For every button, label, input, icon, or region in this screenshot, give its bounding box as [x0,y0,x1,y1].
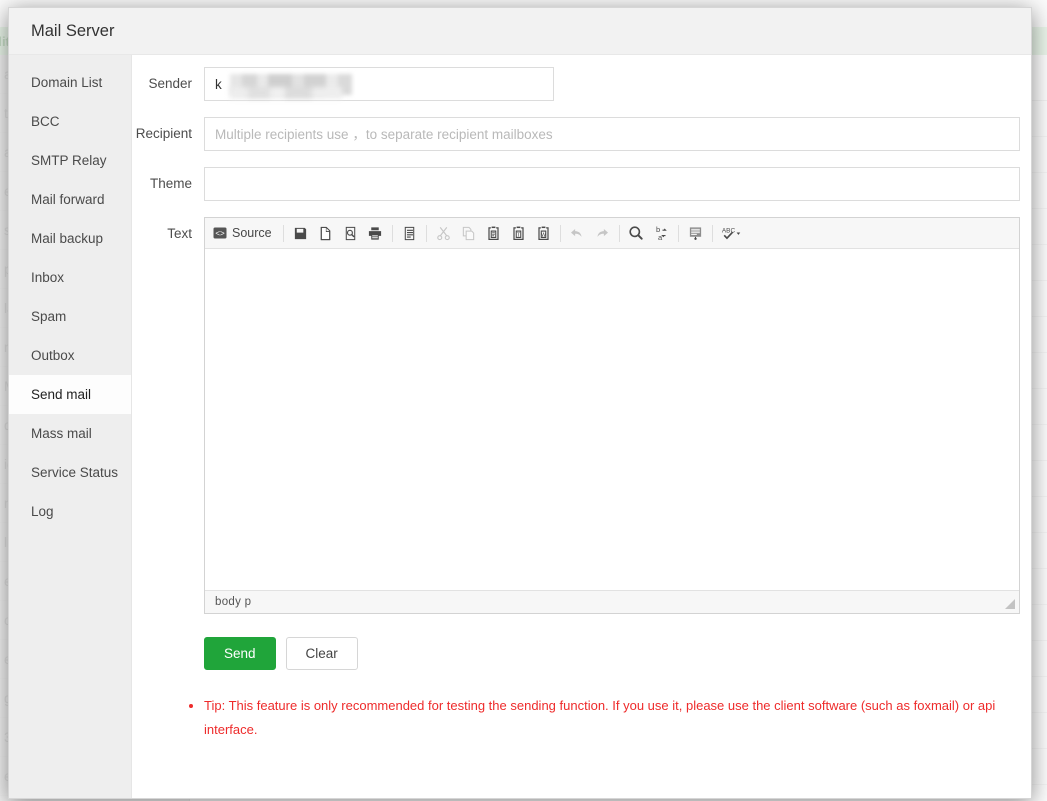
recipient-label: Recipient [135,126,192,141]
sidebar-item-smtp-relay[interactable]: SMTP Relay [9,141,131,180]
sidebar-item-mass-mail[interactable]: Mass mail [9,414,131,453]
save-icon[interactable] [289,222,312,245]
copy-icon[interactable] [457,222,480,245]
send-mail-form: Sender Recipient Theme [132,55,1031,798]
mail-server-dialog: Mail Server Domain List BCC SMTP Relay Mail… [8,7,1032,799]
editor-content-area[interactable] [205,249,1019,590]
select-all-icon[interactable] [684,222,707,245]
sidebar-item-domain-list[interactable]: Domain List [9,63,131,102]
sender-field-wrapper [204,67,554,101]
svg-text:W: W [541,232,546,238]
dialog-body: Domain List BCC SMTP Relay Mail forward Mail… [9,55,1031,798]
toolbar-separator [559,224,561,242]
templates-icon[interactable] [398,222,421,245]
mail-sidebar: Domain List BCC SMTP Relay Mail forward Mail… [9,55,132,798]
svg-text:T: T [516,232,520,238]
sidebar-item-bcc[interactable]: BCC [9,102,131,141]
sender-row: Sender [132,67,1020,101]
redo-icon[interactable] [591,222,614,245]
theme-row: Theme [132,167,1020,201]
form-action-buttons: Send Clear [204,637,1020,670]
sidebar-item-mail-forward[interactable]: Mail forward [9,180,131,219]
svg-text:a: a [658,233,663,241]
undo-icon[interactable] [566,222,589,245]
find-icon[interactable] [625,222,648,245]
sender-input[interactable] [204,67,554,101]
rich-text-editor: <> Source T W b a ABC body p [204,217,1020,614]
toolbar-separator [391,224,393,242]
toolbar-separator [677,224,679,242]
tip-text: Tip: This feature is only recommended fo… [204,694,1020,742]
sidebar-item-service-status[interactable]: Service Status [9,453,131,492]
toolbar-separator [618,224,620,242]
source-button-label: Source [232,226,272,240]
sidebar-item-spam[interactable]: Spam [9,297,131,336]
send-button[interactable]: Send [204,637,276,670]
sidebar-item-mail-backup[interactable]: Mail backup [9,219,131,258]
toolbar-separator [711,224,713,242]
preview-icon[interactable] [339,222,362,245]
sidebar-item-log[interactable]: Log [9,492,131,531]
recipient-row: Recipient [132,117,1020,151]
theme-input[interactable] [204,167,1020,201]
toolbar-separator [425,224,427,242]
element-path: body p [215,596,252,608]
toolbar-separator [282,224,284,242]
sender-label: Sender [148,76,192,91]
editor-element-path-bar: body p [205,590,1019,613]
paste-icon[interactable] [482,222,505,245]
theme-label: Theme [149,176,192,191]
new-page-icon[interactable] [314,222,337,245]
sidebar-item-inbox[interactable]: Inbox [9,258,131,297]
text-label: Text [167,226,192,241]
print-icon[interactable] [364,222,387,245]
paste-as-text-icon[interactable]: T [507,222,530,245]
svg-text:<>: <> [215,229,225,238]
spellcheck-icon[interactable]: ABC [718,222,746,245]
tip-note: Tip: This feature is only recommended fo… [190,694,1020,742]
cut-icon[interactable] [432,222,455,245]
editor-toolbar: <> Source T W b a ABC [205,218,1019,249]
editor-resize-handle[interactable] [1004,598,1016,610]
clear-button[interactable]: Clear [285,637,358,670]
dialog-title-bar: Mail Server [9,8,1031,55]
page-title: Mail Server [31,21,115,40]
svg-text:ABC: ABC [722,228,736,235]
source-button[interactable]: <> Source [210,222,278,245]
sidebar-item-outbox[interactable]: Outbox [9,336,131,375]
paste-from-word-icon[interactable]: W [532,222,555,245]
replace-icon[interactable]: b a [650,222,673,245]
text-row: Text <> Source T W b a ABC body p [132,217,1020,614]
sidebar-item-send-mail[interactable]: Send mail [9,375,131,414]
recipient-input[interactable] [204,117,1020,151]
